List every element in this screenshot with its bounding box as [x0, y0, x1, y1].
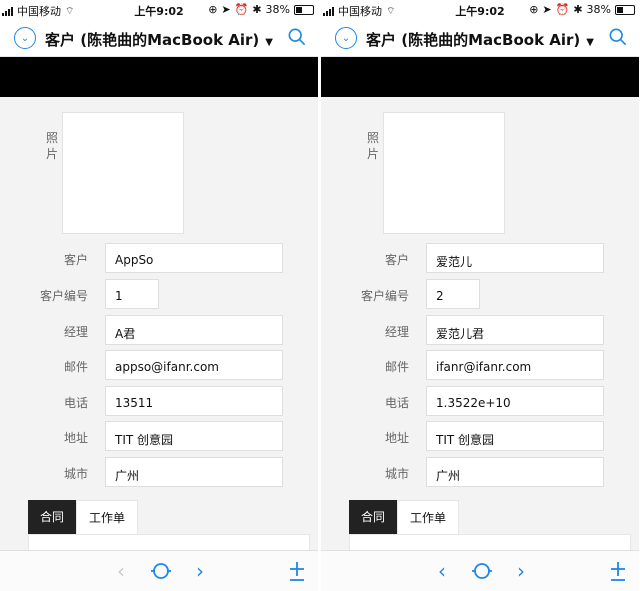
chevron-down-circle-icon[interactable]: ⌄ [335, 27, 357, 49]
field-email[interactable]: appso@ifanr.com [105, 350, 283, 380]
chevron-right-icon[interactable]: › [517, 559, 525, 583]
navbar: ⌄ 客户 (陈艳曲的MacBook Air) ▼ [0, 20, 318, 57]
status-right: ⊕ ➤ ⏰ ✱ 38% [208, 3, 314, 16]
field-customer-number[interactable]: 1 [105, 279, 159, 309]
battery-icon [294, 4, 314, 15]
header-banner [0, 57, 318, 97]
title-text: 客户 (陈艳曲的MacBook Air) [45, 31, 260, 49]
phone-right: 中国移动 ⌔ 上午9:02 ⊕ ➤ ⏰ ✱ 38% ⌄ 客户 (陈艳曲的MacB… [321, 0, 639, 591]
tab-contract[interactable]: 合同 [349, 500, 398, 534]
circle-sync-icon[interactable] [150, 560, 172, 582]
header-banner [321, 57, 639, 97]
row-city: 城市 广州 [321, 457, 639, 487]
status-right: ⊕ ➤ ⏰ ✱ 38% [529, 3, 635, 16]
label-customer-number: 客户编号 [360, 289, 409, 303]
row-address: 地址 TIT 创意园 [321, 421, 639, 451]
battery-icon [615, 4, 635, 15]
bottom-toolbar: ‹ › [321, 550, 639, 591]
photo-container[interactable] [62, 112, 184, 234]
alarm-icon: ⏰ [234, 3, 249, 16]
row-customer: 客户 爱范儿 [321, 243, 639, 273]
row-customer-number: 客户编号 1 [0, 279, 318, 309]
label-phone: 电话 [384, 396, 409, 410]
label-phone: 电话 [63, 396, 88, 410]
label-email: 邮件 [63, 360, 88, 374]
bluetooth-icon: ✱ [573, 3, 583, 16]
field-email[interactable]: ifanr@ifanr.com [426, 350, 604, 380]
phone-left: 中国移动 ⌔ 上午9:02 ⊕ ➤ ⏰ ✱ 38% ⌄ 客户 (陈艳曲的MacB… [0, 0, 318, 591]
lock-rotation-icon: ⊕ [208, 3, 218, 16]
label-manager: 经理 [384, 325, 409, 339]
row-manager: 经理 爱范儿君 [321, 315, 639, 345]
circle-sync-icon[interactable] [471, 560, 493, 582]
field-address[interactable]: TIT 创意园 [105, 421, 283, 451]
label-city: 城市 [63, 467, 88, 481]
label-customer: 客户 [384, 253, 409, 267]
battery-percent: 38% [265, 3, 290, 16]
title-text: 客户 (陈艳曲的MacBook Air) [366, 31, 581, 49]
tab-work-order[interactable]: 工作单 [397, 500, 460, 535]
caret-down-icon: ▼ [586, 37, 594, 48]
field-manager[interactable]: 爱范儿君 [426, 315, 604, 345]
status-bar: 中国移动 ⌔ 上午9:02 ⊕ ➤ ⏰ ✱ 38% [0, 0, 318, 20]
row-email: 邮件 appso@ifanr.com [0, 350, 318, 380]
row-manager: 经理 A君 [0, 315, 318, 345]
tab-bar: 合同 工作单 [28, 500, 139, 535]
tab-contract[interactable]: 合同 [28, 500, 77, 534]
row-phone: 电话 13511 [0, 386, 318, 416]
caret-down-icon: ▼ [265, 37, 273, 48]
tab-bar: 合同 工作单 [349, 500, 460, 535]
search-icon[interactable] [288, 28, 306, 46]
row-phone: 电话 1.3522e+10 [321, 386, 639, 416]
field-city[interactable]: 广州 [105, 457, 283, 487]
row-city: 城市 广州 [0, 457, 318, 487]
chevron-left-icon[interactable]: ‹ [438, 559, 446, 583]
tab-work-order[interactable]: 工作单 [76, 500, 139, 535]
chevron-left-icon[interactable]: ‹ [117, 559, 125, 583]
field-customer[interactable]: 爱范儿 [426, 243, 604, 273]
field-manager[interactable]: A君 [105, 315, 283, 345]
location-icon: ➤ [542, 3, 552, 16]
photo-label: 照片 [367, 131, 380, 161]
plus-underline-icon[interactable] [288, 560, 306, 582]
label-address: 地址 [384, 431, 409, 445]
label-customer-number: 客户编号 [39, 289, 88, 303]
layout-title[interactable]: 客户 (陈艳曲的MacBook Air) ▼ [40, 29, 278, 50]
row-customer: 客户 AppSo [0, 243, 318, 273]
bluetooth-icon: ✱ [252, 3, 262, 16]
screenshot-pair: 中国移动 ⌔ 上午9:02 ⊕ ➤ ⏰ ✱ 38% ⌄ 客户 (陈艳曲的MacB… [0, 0, 640, 591]
layout-title[interactable]: 客户 (陈艳曲的MacBook Air) ▼ [361, 29, 599, 50]
label-email: 邮件 [384, 360, 409, 374]
chevron-right-icon[interactable]: › [196, 559, 204, 583]
field-city[interactable]: 广州 [426, 457, 604, 487]
location-icon: ➤ [221, 3, 231, 16]
field-address[interactable]: TIT 创意园 [426, 421, 604, 451]
photo-label: 照片 [46, 131, 59, 161]
field-customer[interactable]: AppSo [105, 243, 283, 273]
search-icon[interactable] [609, 28, 627, 46]
status-bar: 中国移动 ⌔ 上午9:02 ⊕ ➤ ⏰ ✱ 38% [321, 0, 639, 20]
field-customer-number[interactable]: 2 [426, 279, 480, 309]
label-city: 城市 [384, 467, 409, 481]
row-address: 地址 TIT 创意园 [0, 421, 318, 451]
row-email: 邮件 ifanr@ifanr.com [321, 350, 639, 380]
battery-percent: 38% [586, 3, 611, 16]
photo-container[interactable] [383, 112, 505, 234]
label-customer: 客户 [63, 253, 88, 267]
label-manager: 经理 [63, 325, 88, 339]
lock-rotation-icon: ⊕ [529, 3, 539, 16]
bottom-toolbar: ‹ › [0, 550, 318, 591]
row-customer-number: 客户编号 2 [321, 279, 639, 309]
field-phone[interactable]: 13511 [105, 386, 283, 416]
alarm-icon: ⏰ [555, 3, 570, 16]
field-phone[interactable]: 1.3522e+10 [426, 386, 604, 416]
plus-underline-icon[interactable] [609, 560, 627, 582]
chevron-down-circle-icon[interactable]: ⌄ [14, 27, 36, 49]
label-address: 地址 [63, 431, 88, 445]
navbar: ⌄ 客户 (陈艳曲的MacBook Air) ▼ [321, 20, 639, 57]
